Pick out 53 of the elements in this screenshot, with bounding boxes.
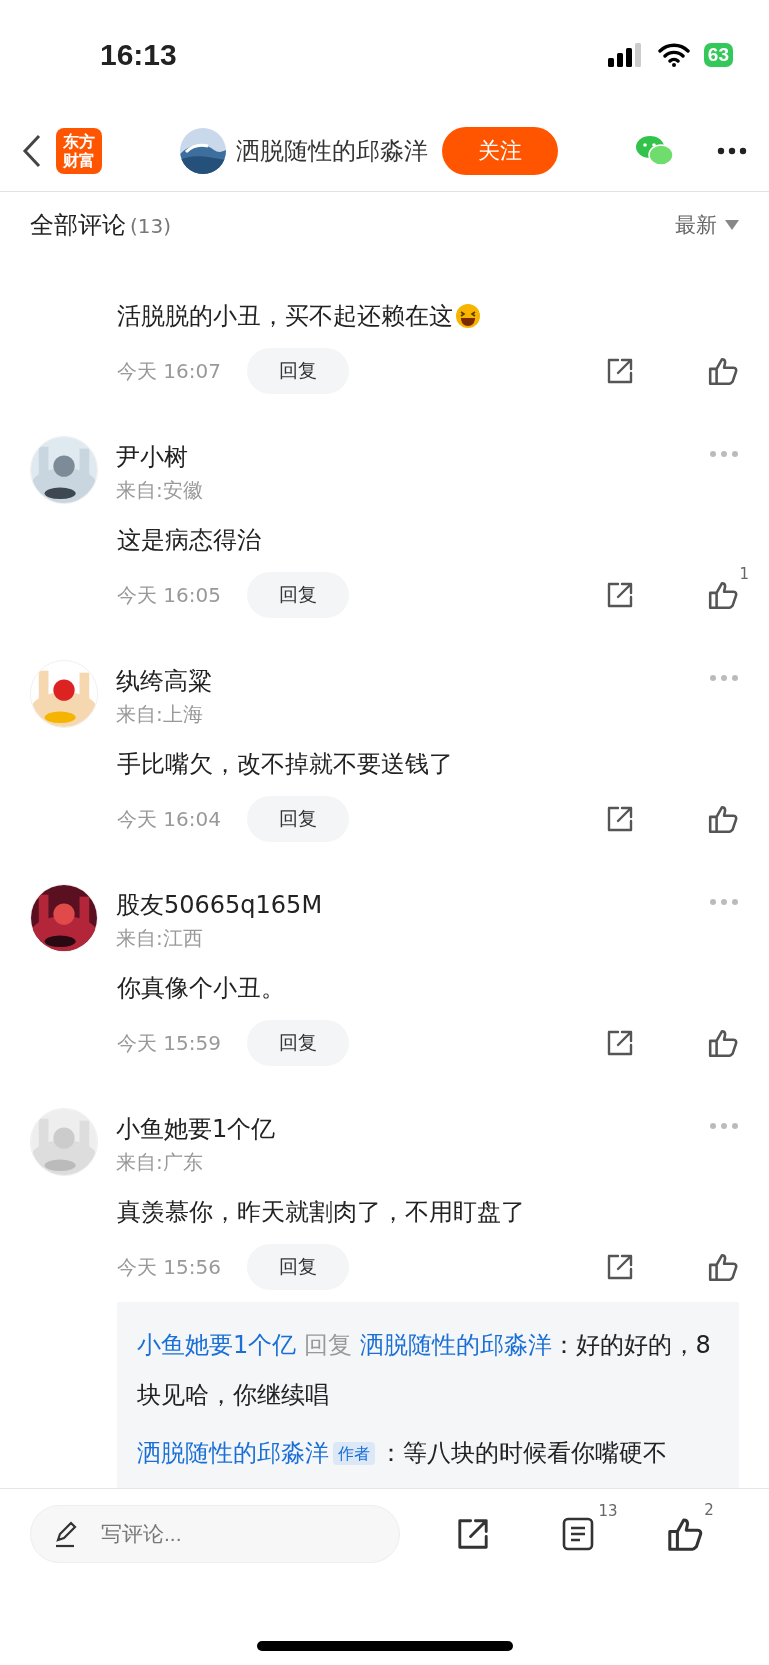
share-icon[interactable] [605, 1028, 635, 1058]
signal-icon [607, 43, 644, 67]
comment-text: 手比嘴欠，改不掉就不要送钱了 [117, 749, 453, 780]
share-icon[interactable] [605, 580, 635, 610]
comment-time: 今天 15:59 [117, 1029, 222, 1057]
sort-dropdown[interactable]: 最新 [675, 211, 739, 239]
thumbs-up-icon[interactable] [707, 803, 739, 835]
battery-level: 63 [703, 43, 733, 67]
comment-text: 这是病态得治 [117, 525, 261, 556]
user-name[interactable]: 小鱼她要1个亿 [116, 1112, 691, 1145]
comment-input[interactable]: 写评论... [30, 1505, 400, 1563]
comment-time: 今天 16:04 [117, 805, 222, 833]
document-icon[interactable] [561, 1516, 596, 1552]
reply-button[interactable]: 回复 [247, 572, 349, 618]
comment-count: (13) [130, 214, 172, 238]
thumbs-up-icon[interactable] [707, 355, 739, 387]
laughing-emoji-icon [455, 303, 481, 329]
section-title: 全部评论 [30, 211, 126, 239]
likes-total: 2 [704, 1501, 714, 1519]
like-count: 1 [739, 565, 749, 583]
caret-icon [725, 220, 739, 230]
user-name[interactable]: 尹小树 [116, 440, 691, 473]
comment-text: 活脱脱的小丑，买不起还赖在这 [117, 301, 453, 332]
comments-total: 13 [598, 1502, 618, 1520]
share-icon[interactable] [605, 356, 635, 386]
pencil-icon [54, 1520, 78, 1548]
comment-time: 今天 16:05 [117, 581, 222, 609]
reply-button[interactable]: 回复 [247, 796, 349, 842]
reply-button[interactable]: 回复 [247, 1020, 349, 1066]
wifi-icon [657, 43, 690, 67]
more-icon[interactable] [717, 146, 747, 155]
user-location: 来自:安徽 [116, 476, 204, 504]
comment-time: 今天 15:56 [117, 1253, 222, 1281]
thumbs-up-icon[interactable] [707, 579, 739, 611]
user-location: 来自:上海 [116, 700, 204, 728]
back-icon[interactable] [22, 133, 42, 168]
user-name[interactable]: 纨绔高粱 [116, 664, 691, 697]
thumbs-up-icon[interactable] [707, 1027, 739, 1059]
comment-text: 你真像个小丑。 [117, 973, 285, 1004]
reply-text: 小鱼她要1个亿 回复 洒脱随性的邱淼洋：好的好的，8 块见哈，你继续唱 [137, 1330, 712, 1411]
comment-text: 真羡慕你，昨天就割肉了，不用盯盘了 [117, 1197, 525, 1228]
author-name[interactable]: 洒脱随性的邱淼洋 [235, 134, 428, 167]
user-name[interactable]: 股友50665q165M [116, 888, 691, 921]
comment-time: 今天 16:07 [117, 357, 222, 385]
user-location: 来自:江西 [116, 924, 204, 952]
reply-button[interactable]: 回复 [247, 1244, 349, 1290]
reply-button[interactable]: 回复 [247, 348, 349, 394]
user-location: 来自:广东 [116, 1148, 204, 1176]
share-icon[interactable] [605, 1252, 635, 1282]
reply-text: 洒脱随性的邱淼洋 作者 ：等八块的时候看你嘴硬不 [137, 1438, 668, 1469]
thumbs-up-icon[interactable] [707, 1251, 739, 1283]
share-icon[interactable] [605, 804, 635, 834]
status-time: 16:13 [100, 38, 177, 72]
